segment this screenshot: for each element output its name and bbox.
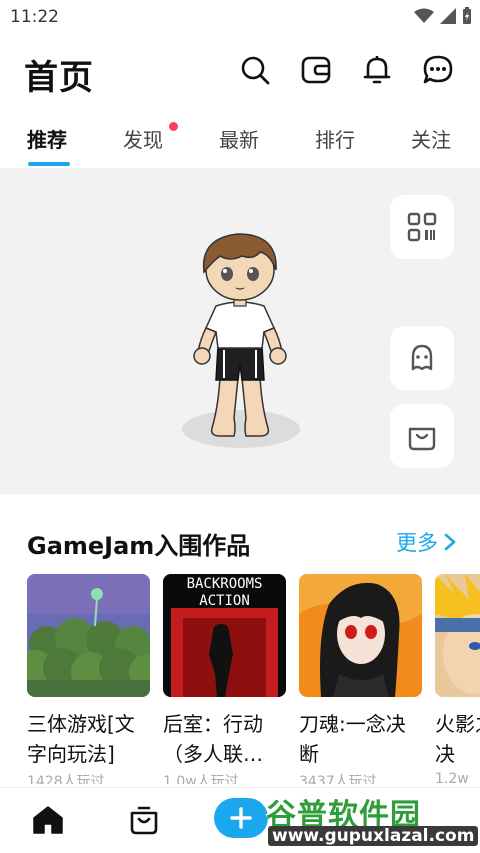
qr-code-icon (407, 212, 437, 242)
avatar-showcase (0, 168, 480, 494)
game-thumbnail (299, 574, 422, 697)
nav-home[interactable] (28, 800, 68, 840)
tab-recommended[interactable]: 推荐 (27, 124, 67, 153)
game-title: 后室：行动（多人联… (163, 712, 263, 766)
tab-latest[interactable]: 最新 (219, 124, 259, 153)
nav-create-button[interactable] (214, 798, 268, 838)
page-title: 首页 (24, 58, 94, 98)
avatar-character[interactable] (190, 228, 290, 440)
signal-icon (440, 8, 456, 24)
game-title: 刀魂:一念决断 (299, 712, 406, 766)
more-link-label: 更多 (396, 531, 438, 555)
home-icon (33, 806, 63, 834)
more-link[interactable]: 更多 (396, 527, 456, 557)
wifi-icon (414, 8, 434, 23)
game-card[interactable]: 三体游戏[文字向玩法] 1428人玩过 (27, 574, 150, 784)
header-actions (237, 52, 456, 88)
game-thumbnail (435, 574, 480, 697)
chevron-right-icon (444, 533, 456, 551)
bell-icon (363, 56, 391, 84)
avatar-edit-button[interactable] (390, 326, 454, 390)
header: 首页 (0, 34, 480, 110)
game-thumbnail (27, 574, 150, 697)
watermark: 谷普软件园 www.gupuxlazal.com (262, 788, 480, 850)
battery-icon (463, 7, 471, 24)
shop-button[interactable] (390, 404, 454, 468)
game-thumbnail: BACKROOMS ACTION (163, 574, 286, 697)
game-card-list: 三体游戏[文字向玩法] 1428人玩过 BACKROOMS ACTION 后室：… (27, 574, 480, 784)
shopping-bag-icon (408, 427, 436, 451)
play-count: 3437人玩过 (299, 774, 377, 784)
tab-bar: 推荐 发现 最新 排行 关注 (0, 110, 480, 168)
tab-discover-badge (169, 122, 178, 131)
qr-code-button[interactable] (390, 195, 454, 259)
wallet-icon (301, 56, 331, 84)
game-title: 三体游戏[文字向玩法] (27, 712, 135, 766)
search-icon (241, 56, 270, 85)
game-card[interactable]: 火影之巅峰对决 1.2w (435, 574, 480, 784)
nav-shop[interactable] (124, 800, 164, 840)
shopping-bag-icon (130, 806, 158, 835)
status-time: 11:22 (10, 7, 59, 27)
chat-bubble-icon (423, 55, 453, 84)
play-count: 1428人玩过 (27, 774, 105, 784)
tab-following[interactable]: 关注 (411, 124, 451, 153)
plus-icon (230, 807, 252, 829)
tab-active-indicator (28, 162, 70, 166)
play-count: 1.0w人玩过 (163, 774, 239, 784)
notifications-button[interactable] (359, 52, 395, 88)
tab-ranking[interactable]: 排行 (315, 124, 355, 153)
messages-button[interactable] (420, 52, 456, 88)
watermark-url: www.gupuxlazal.com (268, 826, 479, 846)
play-count: 1.2w (435, 771, 469, 784)
game-card[interactable]: BACKROOMS ACTION 后室：行动（多人联… 1.0w人玩过 (163, 574, 286, 784)
status-bar: 11:22 (0, 0, 480, 34)
status-icons (414, 7, 472, 25)
game-title: 火影之巅峰对决 (435, 712, 480, 766)
tab-discover[interactable]: 发现 (123, 124, 163, 153)
wallet-button[interactable] (298, 52, 334, 88)
section-title: GameJam入围作品 (27, 532, 251, 560)
ghost-face-icon (411, 344, 433, 371)
game-card[interactable]: 刀魂:一念决断 3437人玩过 (299, 574, 422, 784)
thumbnail-caption: BACKROOMS ACTION (186, 576, 263, 609)
search-button[interactable] (237, 52, 273, 88)
